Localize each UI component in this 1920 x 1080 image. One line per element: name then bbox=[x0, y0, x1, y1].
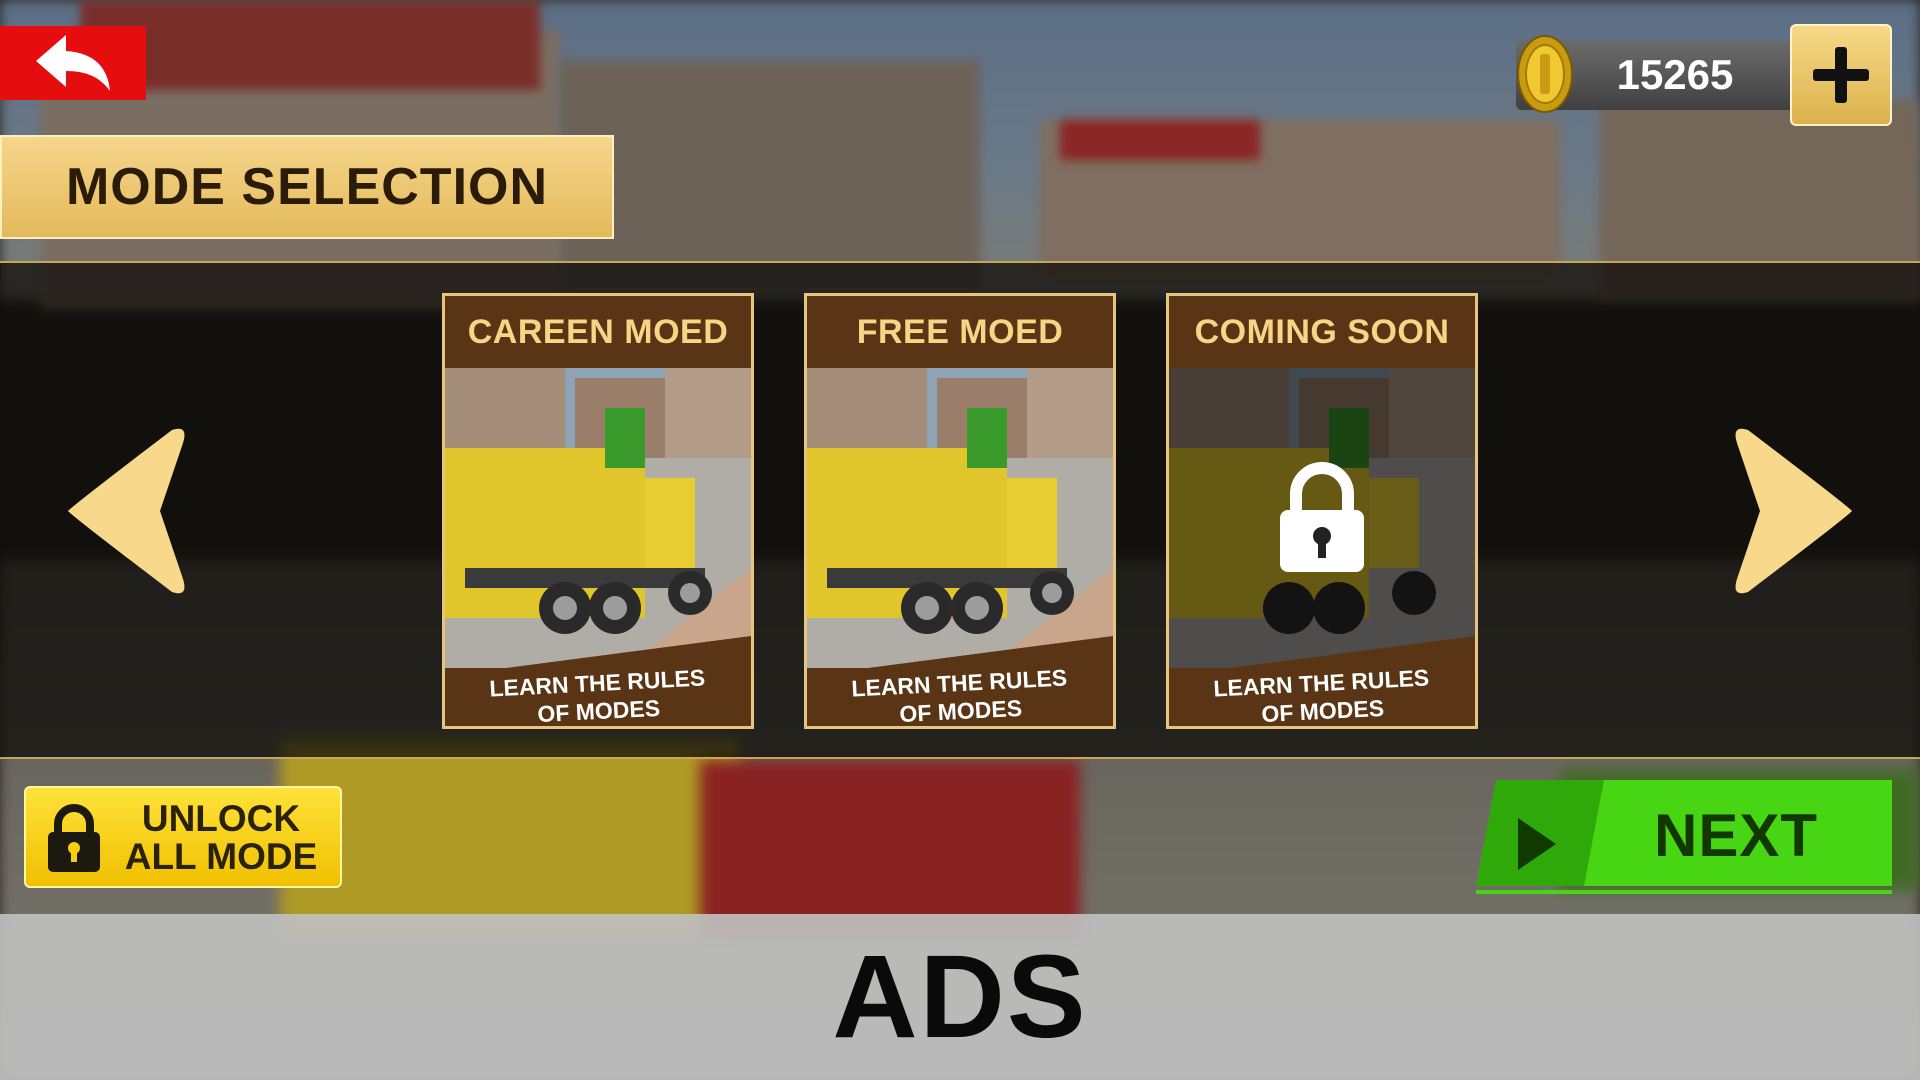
house-roof-right bbox=[1060, 120, 1260, 160]
next-label: NEXT bbox=[1653, 801, 1819, 869]
mode-card-title: CAREEN MOED bbox=[467, 312, 729, 351]
garbage-truck-image bbox=[807, 368, 1113, 668]
unlock-all-mode-button[interactable]: UNLOCK ALL MODE bbox=[24, 786, 342, 888]
back-button[interactable] bbox=[0, 26, 146, 100]
mode-card-career[interactable]: CAREEN MOED LEARN THE RULES OF MODES bbox=[442, 293, 754, 729]
padlock-icon bbox=[1280, 462, 1364, 572]
left-arrow-icon[interactable] bbox=[62, 426, 192, 596]
page-title: MODE SELECTION bbox=[65, 158, 549, 216]
coin-balance: 15265 bbox=[1616, 51, 1734, 98]
house-center bbox=[560, 60, 980, 290]
unlock-all-mode-label: UNLOCK ALL MODE bbox=[124, 798, 318, 877]
undo-arrow-icon bbox=[36, 35, 110, 91]
mode-card-free[interactable]: FREE MOED LEARN THE RULES OF MODES bbox=[804, 293, 1116, 729]
gold-coin-icon bbox=[1517, 35, 1573, 113]
garbage-truck-image bbox=[445, 368, 751, 668]
padlock-icon bbox=[48, 804, 100, 872]
plus-icon bbox=[1813, 47, 1869, 103]
mode-card-title: FREE MOED bbox=[856, 312, 1064, 351]
mode-card-coming-soon[interactable]: COMING SOON LEARN THE RULES OF MODES bbox=[1166, 293, 1478, 729]
mode-card-title: COMING SOON bbox=[1194, 312, 1450, 351]
locked-overlay bbox=[1169, 368, 1475, 668]
page-title-plate: MODE SELECTION bbox=[0, 135, 614, 239]
ads-label: ADS bbox=[832, 931, 1088, 1063]
add-coins-button[interactable] bbox=[1790, 24, 1892, 126]
ads-banner[interactable]: ADS bbox=[0, 914, 1920, 1080]
blurred-truck bbox=[280, 740, 740, 940]
house-roof-left bbox=[80, 0, 540, 90]
right-arrow-icon[interactable] bbox=[1728, 426, 1858, 596]
blurred-truck-cab bbox=[700, 760, 1080, 940]
